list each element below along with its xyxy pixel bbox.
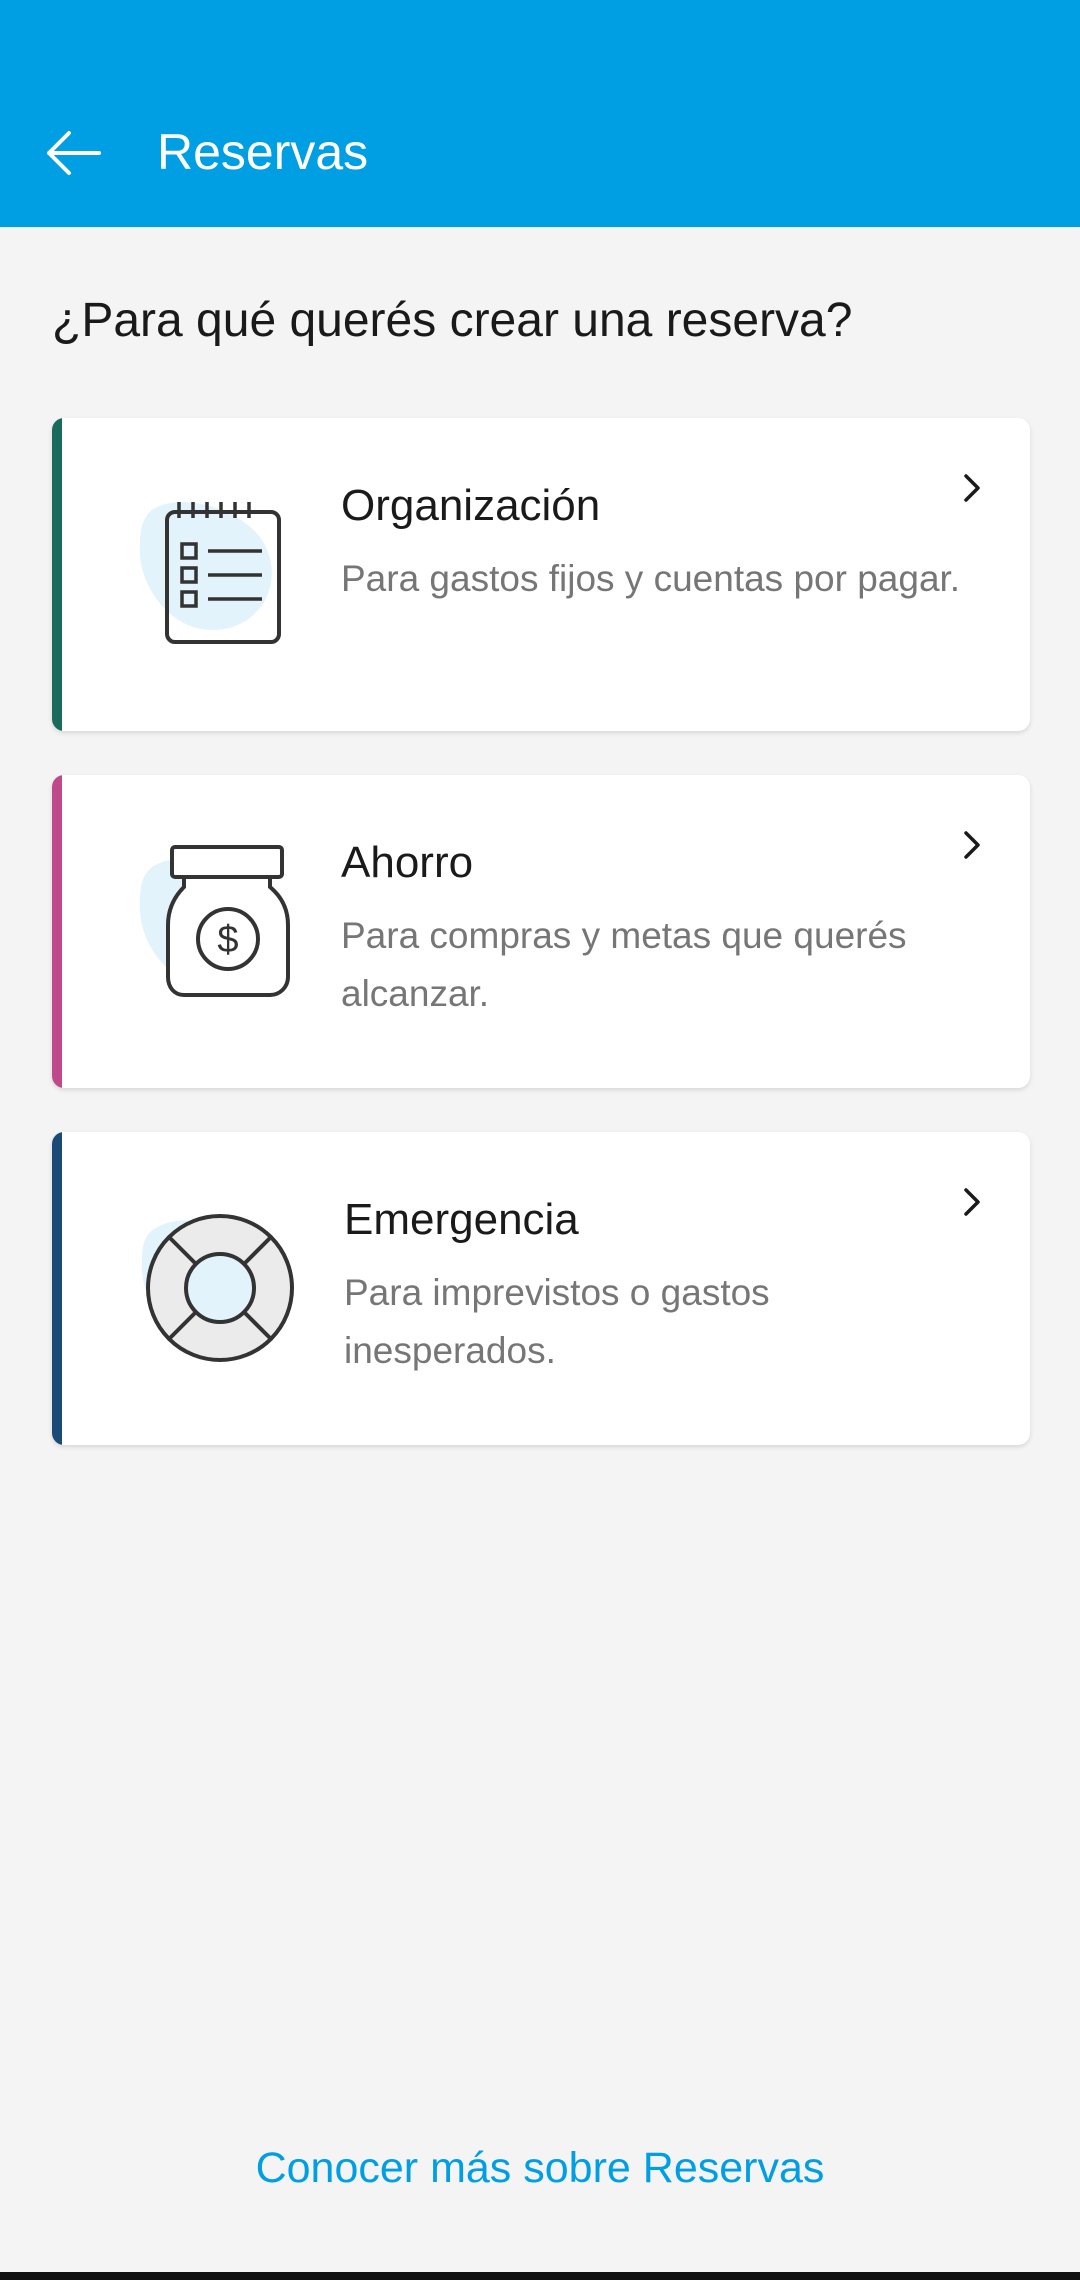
card-description: Para compras y metas que querés alcanzar… — [341, 915, 907, 1014]
svg-text:$: $ — [217, 919, 238, 961]
navigation-bar-edge — [0, 2272, 1080, 2280]
card-accent — [52, 418, 62, 731]
option-card-ahorro[interactable]: $ Ahorro Para compras y metas que querés… — [52, 775, 1030, 1088]
question-heading: ¿Para qué querés crear una reserva? — [52, 294, 853, 347]
back-button[interactable] — [38, 118, 108, 188]
card-description: Para gastos fijos y cuentas por pagar. — [341, 558, 961, 599]
app-bar: Reservas — [0, 0, 1080, 227]
notepad-checklist-icon — [112, 470, 312, 670]
card-accent — [52, 775, 62, 1088]
chevron-right-icon — [964, 831, 980, 859]
money-jar-icon: $ — [112, 827, 312, 1027]
arrow-left-icon — [47, 131, 101, 175]
learn-more-link[interactable]: Conocer más sobre Reservas — [0, 2140, 1080, 2196]
chevron-right-icon — [964, 1188, 980, 1216]
option-card-organizacion[interactable]: Organización Para gastos fijos y cuentas… — [52, 418, 1030, 731]
card-description: Para imprevistos o gastos inesperados. — [344, 1272, 770, 1371]
card-title: Organización — [341, 481, 601, 530]
chevron-right-icon — [964, 474, 980, 502]
option-card-emergencia[interactable]: Emergencia Para imprevistos o gastos ine… — [52, 1132, 1030, 1445]
page-title: Reservas — [157, 124, 369, 180]
lifebuoy-icon — [112, 1184, 312, 1384]
card-title: Emergencia — [344, 1195, 579, 1244]
card-accent — [52, 1132, 62, 1445]
card-title: Ahorro — [341, 838, 474, 887]
